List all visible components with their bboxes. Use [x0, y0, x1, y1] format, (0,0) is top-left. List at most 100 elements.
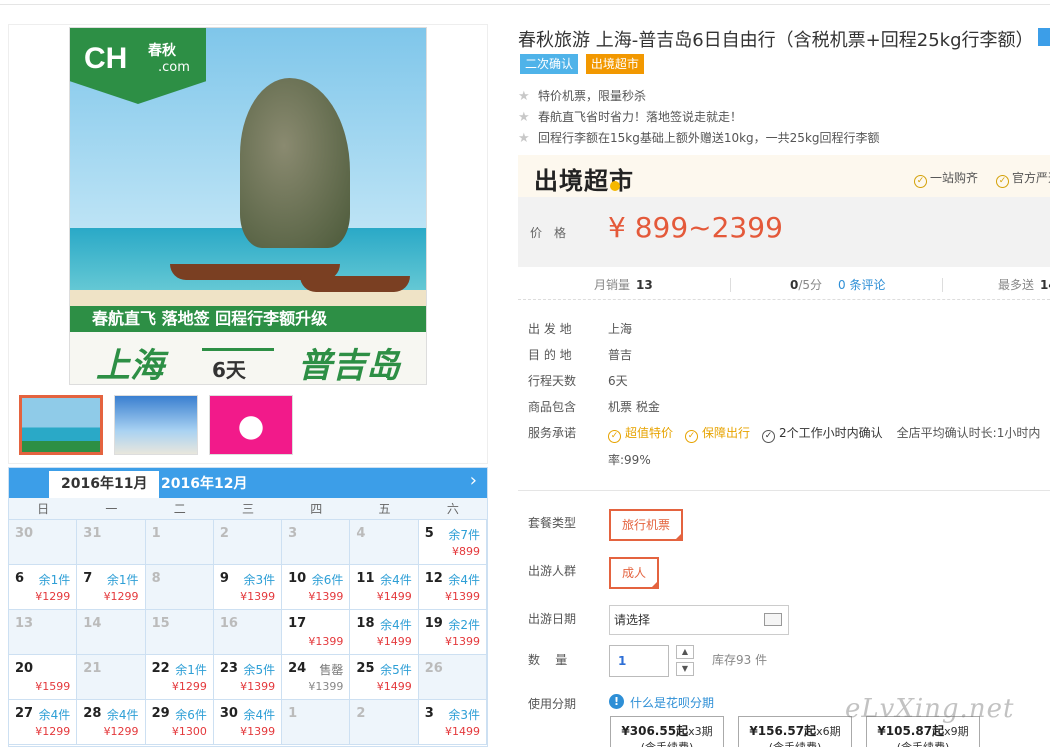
calendar-day: 4	[350, 520, 419, 565]
calendar-day[interactable]: 18 余4件 ¥1499	[350, 610, 419, 655]
product-tags: 二次确认 出境超市	[520, 54, 648, 74]
day-price: ¥1399	[308, 590, 344, 603]
installment-amount: ¥306.55起	[621, 724, 689, 738]
day-price: ¥1299	[35, 725, 71, 738]
check-icon: ✓	[608, 430, 621, 443]
monthly-sales-value: 13	[636, 278, 653, 292]
month-tab-dec[interactable]: 2016年12月	[149, 471, 259, 498]
calendar-day[interactable]: 5 余7件 ¥899	[418, 520, 487, 565]
day-stock: 余5件	[380, 663, 412, 677]
calendar-day[interactable]: 23 余5件 ¥1399	[213, 655, 283, 700]
day-price: ¥1399	[240, 725, 276, 738]
calendar-day[interactable]: 17 ¥1399	[282, 610, 351, 655]
day-number: 2	[356, 706, 366, 721]
thumbnail-2[interactable]	[114, 395, 198, 455]
logo-com: .com	[158, 60, 190, 75]
day-price: ¥1399	[444, 635, 480, 648]
detail-value: 6天	[608, 374, 628, 388]
month-tab-nov[interactable]: 2016年11月	[49, 471, 160, 498]
calendar-day[interactable]: 24 售罄 ¥1399	[282, 655, 351, 700]
detail-label: 出 发 地	[528, 322, 572, 336]
price-value: ¥ 899~2399	[608, 211, 783, 244]
detail-label: 行程天数	[528, 374, 577, 388]
installment-option-3[interactable]: ¥306.55起x3期 (含手续费)	[610, 716, 724, 747]
calendar-day[interactable]: 11 余4件 ¥1499	[350, 565, 419, 610]
main-product-image[interactable]: CH 春秋 .com 春航直飞 落地签 回程行李额升级 上海 6天 普吉岛	[69, 27, 427, 385]
quantity-input[interactable]: 1	[609, 645, 669, 677]
calendar-day[interactable]: 10 余6件 ¥1399	[282, 565, 351, 610]
longtail-boat	[300, 276, 410, 292]
day-price: ¥1399	[240, 590, 276, 603]
day-number: 30	[219, 706, 238, 721]
day-price: ¥1300	[171, 725, 207, 738]
calendar-grid: 30 31 1 2 3 4 5 余7件 ¥899 6 余1件 ¥1299 7 余1件 ¥1299 8 9 余3件 ¥…	[9, 520, 487, 745]
day-number: 23	[219, 661, 238, 676]
day-number: 1	[151, 526, 161, 541]
check-official: ✓官方严选	[996, 169, 1050, 188]
date-input[interactable]: 请选择	[609, 605, 789, 635]
tag-supermarket: 出境超市	[585, 54, 644, 74]
calendar-day[interactable]: 27 余4件 ¥1299	[9, 700, 78, 745]
product-title: 春秋旅游 上海-普吉岛6日自由行（含税机票+回程25kg行李额）	[518, 30, 1034, 51]
supermarket-bar: 出境超市 ✓一站购齐 ✓官方严选	[518, 155, 1050, 197]
day-price: ¥1399	[308, 635, 344, 648]
check-icon: ✓	[996, 175, 1009, 188]
day-stock: 余6件	[175, 708, 207, 722]
day-number: 27	[15, 706, 34, 721]
logo-dot	[610, 181, 620, 191]
day-number: 11	[356, 571, 375, 586]
huabei-link[interactable]: 什么是花呗分期	[630, 694, 714, 711]
tag-confirm: 二次确认	[520, 54, 579, 74]
calendar-day: 1	[145, 520, 214, 565]
installment-amount: ¥105.87起	[877, 724, 945, 738]
city-from: 上海	[96, 346, 164, 385]
calendar-day[interactable]: 22 余1件 ¥1299	[145, 655, 214, 700]
service-guarantee: ✓ 保障出行	[685, 426, 751, 443]
calendar-day[interactable]: 28 余4件 ¥1299	[77, 700, 146, 745]
day-price: ¥1499	[444, 725, 480, 738]
check-icon: ✓	[762, 430, 776, 443]
calendar-day[interactable]: 6 余1件 ¥1299	[9, 565, 78, 610]
calendar-day: 26	[418, 655, 487, 700]
stats-bar: 月销量 13 0/5分 0 条评论 最多送 14	[518, 270, 1050, 300]
installment-option-6[interactable]: ¥156.57起x6期 (含手续费)	[738, 716, 852, 747]
day-number: 22	[151, 661, 170, 676]
departure-calendar: 2016年11月 2016年12月 › 日 一 二 三 四 五 六 30 31 1 2…	[8, 467, 488, 747]
thumbnail-3[interactable]	[209, 395, 293, 455]
people-option-button[interactable]: 成人	[609, 557, 660, 589]
day-number: 17	[288, 616, 307, 631]
day-price: ¥899	[451, 545, 480, 558]
service-text: 保障出行	[702, 426, 751, 440]
quantity-increment-button[interactable]: ▲	[676, 645, 694, 659]
rating-suffix: /5分	[798, 278, 823, 292]
calendar-day[interactable]: 12 余4件 ¥1399	[418, 565, 487, 610]
day-stock: 余3件	[243, 573, 276, 587]
calendar-day[interactable]: 9 余3件 ¥1399	[213, 565, 283, 610]
day-number: 28	[83, 706, 102, 721]
detail-row-destination: 目 的 地 普吉	[528, 346, 632, 363]
calendar-day[interactable]: 29 余6件 ¥1300	[145, 700, 214, 745]
calendar-day[interactable]: 3 余3件 ¥1499	[418, 700, 487, 745]
calendar-icon[interactable]	[764, 613, 782, 626]
weekday-tue: 二	[173, 502, 186, 516]
day-number: 9	[219, 571, 229, 586]
quantity-decrement-button[interactable]: ▼	[676, 662, 694, 676]
flag-badge	[1038, 28, 1050, 46]
reviews-link[interactable]: 0 条评论	[838, 270, 885, 300]
calendar-day[interactable]: 7 余1件 ¥1299	[77, 565, 146, 610]
day-price: ¥1299	[103, 590, 139, 603]
thumbnail-1[interactable]	[19, 395, 103, 455]
day-number: 18	[356, 616, 375, 631]
calendar-day: 3	[282, 520, 351, 565]
day-number: 31	[83, 526, 102, 541]
package-option-button[interactable]: 旅行机票	[609, 509, 684, 541]
calendar-day[interactable]: 25 余5件 ¥1499	[350, 655, 419, 700]
calendar-day[interactable]: 30 余4件 ¥1399	[213, 700, 283, 745]
chevron-right-icon[interactable]: ›	[470, 470, 477, 491]
day-stock: 余5件	[243, 663, 276, 677]
calendar-day[interactable]: 20 ¥1599	[9, 655, 78, 700]
calendar-day: 14	[77, 610, 146, 655]
price-label: 价格	[530, 226, 579, 240]
section-divider	[518, 490, 1050, 491]
calendar-day[interactable]: 19 余2件 ¥1399	[418, 610, 487, 655]
